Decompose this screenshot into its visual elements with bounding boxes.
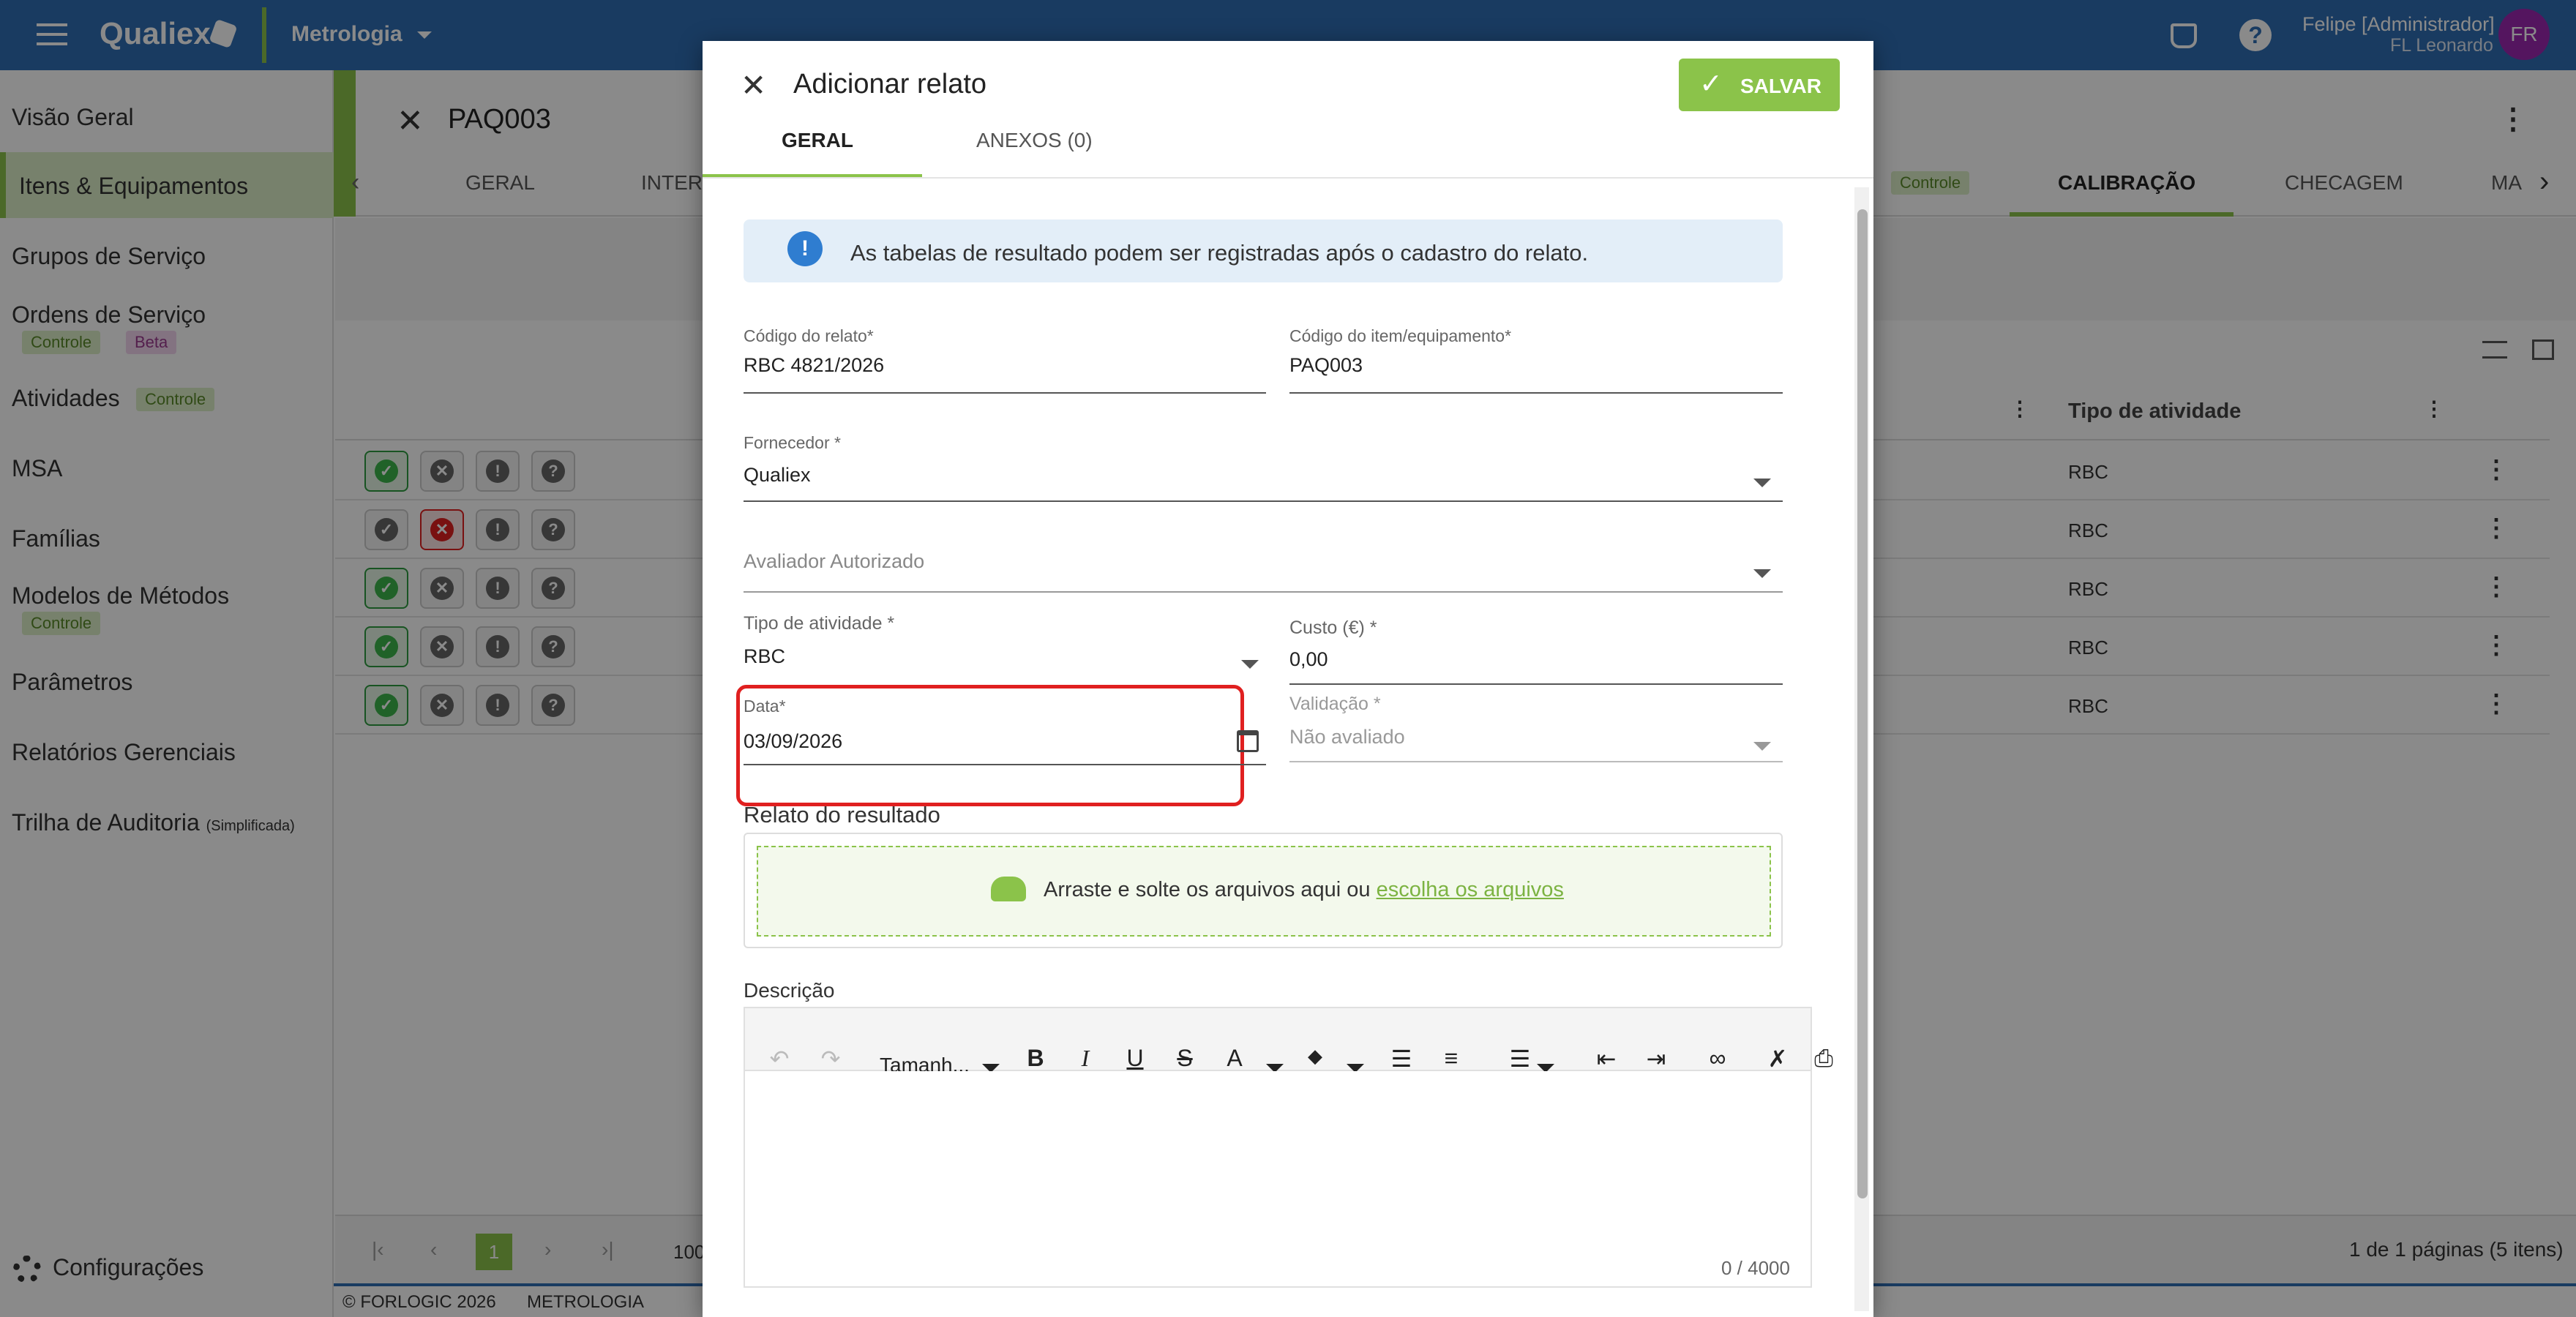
undo-icon[interactable]: ↶ — [761, 1045, 798, 1073]
tab-geral[interactable]: GERAL — [782, 129, 853, 152]
clear-format-icon[interactable]: ✗ — [1759, 1045, 1796, 1073]
chevron-down-icon[interactable] — [1753, 742, 1771, 751]
validation-label: Validação * — [1289, 694, 1381, 714]
description-label: Descrição — [744, 979, 835, 1002]
numbered-list-icon[interactable]: ≡ — [1433, 1045, 1469, 1072]
validation-underline — [1289, 761, 1783, 762]
dialog-title: Adicionar relato — [793, 69, 987, 100]
validation-select[interactable]: Não avaliado — [1289, 726, 1405, 748]
link-icon[interactable]: ∞ — [1699, 1045, 1736, 1072]
choose-files-link[interactable]: escolha os arquivos — [1377, 878, 1564, 901]
description-editor[interactable] — [744, 1071, 1812, 1288]
close-icon[interactable]: ✕ — [741, 67, 766, 103]
bullet-list-icon[interactable]: ☰ — [1383, 1045, 1420, 1073]
result-label: Relato do resultado — [744, 802, 940, 828]
strikethrough-icon[interactable]: S — [1167, 1045, 1203, 1072]
activity-select[interactable]: RBC — [744, 645, 785, 668]
underline-icon[interactable]: U — [1117, 1045, 1153, 1072]
print-icon[interactable]: ⎙ — [1809, 1045, 1838, 1073]
report-code-input[interactable]: RBC 4821/2026 — [744, 354, 884, 377]
redo-icon[interactable]: ↷ — [812, 1045, 849, 1073]
item-code-underline — [1289, 392, 1783, 394]
cost-underline — [1289, 683, 1783, 685]
cloud-upload-icon — [991, 877, 1026, 901]
scrollbar-thumb[interactable] — [1857, 209, 1868, 1198]
supplier-select[interactable]: Qualiex — [744, 464, 811, 487]
item-code-label: Código do item/equipamento* — [1289, 326, 1512, 345]
upload-dropzone[interactable]: Arraste e solte os arquivos aqui ou esco… — [757, 846, 1771, 937]
item-code-input[interactable]: PAQ003 — [1289, 354, 1363, 377]
save-button[interactable]: ✓ SALVAR — [1679, 59, 1840, 111]
evaluator-underline — [744, 591, 1783, 593]
supplier-label: Fornecedor * — [744, 433, 841, 452]
chevron-down-icon[interactable] — [1753, 479, 1771, 487]
date-input[interactable]: 03/09/2026 — [744, 730, 842, 753]
char-counter: 0 / 4000 — [1721, 1257, 1790, 1279]
report-code-underline — [744, 392, 1266, 394]
add-report-dialog: ✕ Adicionar relato ✓ SALVAR GERAL ANEXOS… — [703, 41, 1873, 1317]
date-underline — [744, 764, 1266, 765]
save-label: SALVAR — [1740, 75, 1821, 97]
info-icon: ! — [787, 231, 823, 266]
report-code-label: Código do relato* — [744, 326, 874, 345]
align-left-icon[interactable]: ☰ — [1502, 1045, 1538, 1073]
activity-label: Tipo de atividade * — [744, 613, 895, 634]
tab-divider — [703, 177, 1873, 179]
calendar-icon[interactable] — [1237, 730, 1259, 752]
info-text: As tabelas de resultado podem ser regist… — [850, 240, 1589, 266]
chevron-down-icon[interactable] — [1241, 660, 1259, 669]
upload-box: Arraste e solte os arquivos aqui ou esco… — [744, 833, 1783, 948]
date-label: Data* — [744, 697, 786, 716]
cost-label: Custo (€) * — [1289, 618, 1377, 638]
upload-instructions: Arraste e solte os arquivos aqui ou — [1044, 878, 1377, 901]
italic-icon[interactable]: I — [1067, 1045, 1104, 1072]
bold-icon[interactable]: B — [1017, 1045, 1054, 1072]
info-banner: ! As tabelas de resultado podem ser regi… — [744, 220, 1783, 282]
tab-anexos[interactable]: ANEXOS (0) — [976, 129, 1093, 152]
outdent-icon[interactable]: ⇤ — [1588, 1045, 1625, 1073]
chevron-down-icon[interactable] — [1753, 569, 1771, 578]
upload-text: Arraste e solte os arquivos aqui ou esco… — [1044, 878, 1564, 902]
cost-input[interactable]: 0,00 — [1289, 648, 1328, 671]
indent-icon[interactable]: ⇥ — [1638, 1045, 1674, 1073]
scrollbar-track[interactable] — [1854, 187, 1869, 1311]
check-icon: ✓ — [1699, 69, 1723, 100]
evaluator-select[interactable]: Avaliador Autorizado — [744, 550, 924, 573]
supplier-underline — [744, 500, 1783, 502]
